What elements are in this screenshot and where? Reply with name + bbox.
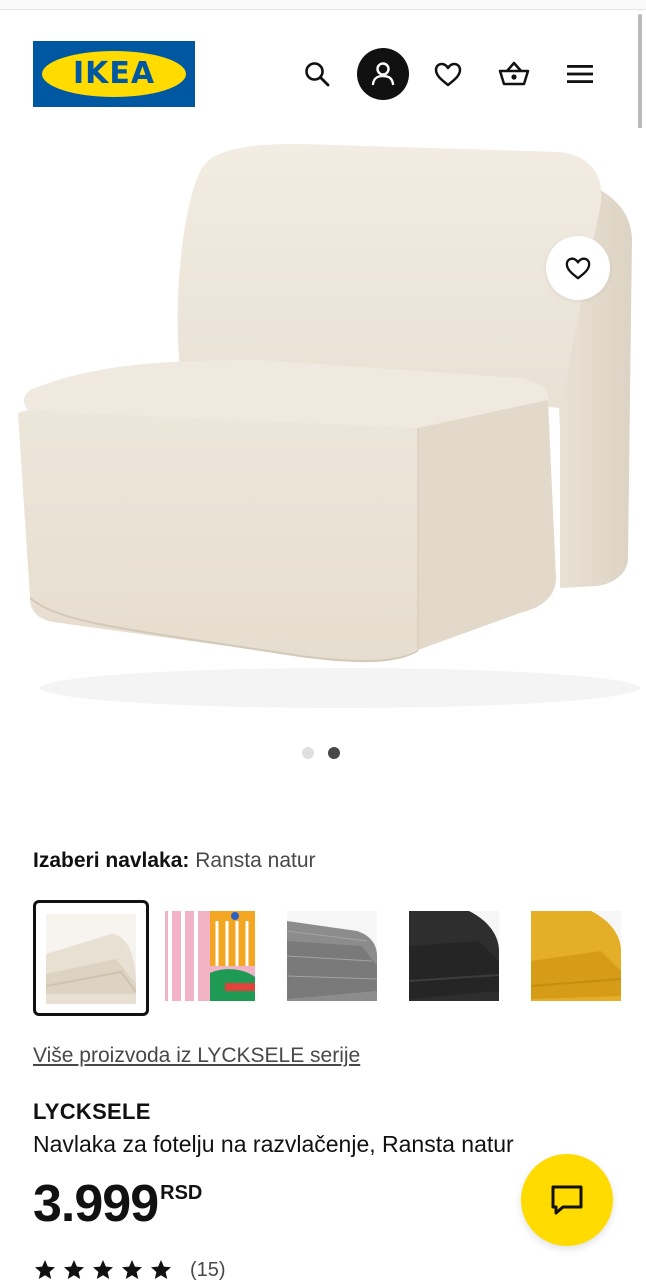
logo-text: IKEA: [72, 56, 156, 91]
swatch-ransta-natur[interactable]: [33, 900, 149, 1016]
favorite-product-button[interactable]: [546, 236, 610, 300]
chair-cover-image: [18, 144, 640, 708]
swatch-black[interactable]: [399, 900, 515, 1016]
chat-icon: [551, 1185, 583, 1215]
swatch-patterned[interactable]: [155, 900, 271, 1016]
gallery-dot-1[interactable]: [302, 747, 314, 759]
favorites-button[interactable]: [422, 48, 474, 100]
basket-button[interactable]: [488, 48, 540, 100]
variant-label: Izaberi navlaka: Ransta natur: [33, 849, 316, 873]
series-link[interactable]: Više proizvoda iz LYCKSELE serije: [33, 1044, 360, 1068]
ikea-logo[interactable]: IKEA: [33, 41, 195, 107]
review-count: (15): [190, 1258, 226, 1281]
price-amount: 3.999: [33, 1175, 159, 1233]
search-button[interactable]: [291, 48, 343, 100]
heart-icon: [434, 62, 462, 87]
user-icon: [371, 62, 395, 86]
menu-icon: [567, 65, 593, 83]
browser-top-border: [0, 0, 646, 10]
price-currency: RSD: [160, 1182, 203, 1204]
product-description: Navlaka za fotelju na razvlačenje, Ranst…: [33, 1131, 514, 1157]
swatch-yellow[interactable]: [521, 900, 637, 1016]
variant-selected-value: Ransta natur: [195, 849, 316, 872]
gallery-pagination: [302, 747, 346, 761]
star-icon: [151, 1260, 171, 1279]
product-image[interactable]: [0, 128, 646, 728]
star-icon: [35, 1260, 55, 1279]
star-icon: [64, 1260, 84, 1279]
account-button[interactable]: [357, 48, 409, 100]
product-name: LYCKSELE: [33, 1099, 151, 1124]
basket-icon: [498, 61, 530, 86]
heart-icon: [565, 257, 591, 280]
gallery-dot-2[interactable]: [328, 747, 340, 759]
product-price: 3.999 RSD: [33, 1174, 202, 1234]
variant-label-title: Izaberi navlaka:: [33, 849, 190, 872]
variant-swatch-list: [33, 900, 646, 1016]
product-rating[interactable]: (15): [33, 1258, 226, 1282]
star-icon: [122, 1260, 142, 1279]
swatch-grey[interactable]: [277, 900, 393, 1016]
chat-button[interactable]: [521, 1154, 613, 1246]
menu-button[interactable]: [554, 48, 606, 100]
star-icon: [93, 1260, 113, 1279]
search-icon: [305, 62, 330, 87]
